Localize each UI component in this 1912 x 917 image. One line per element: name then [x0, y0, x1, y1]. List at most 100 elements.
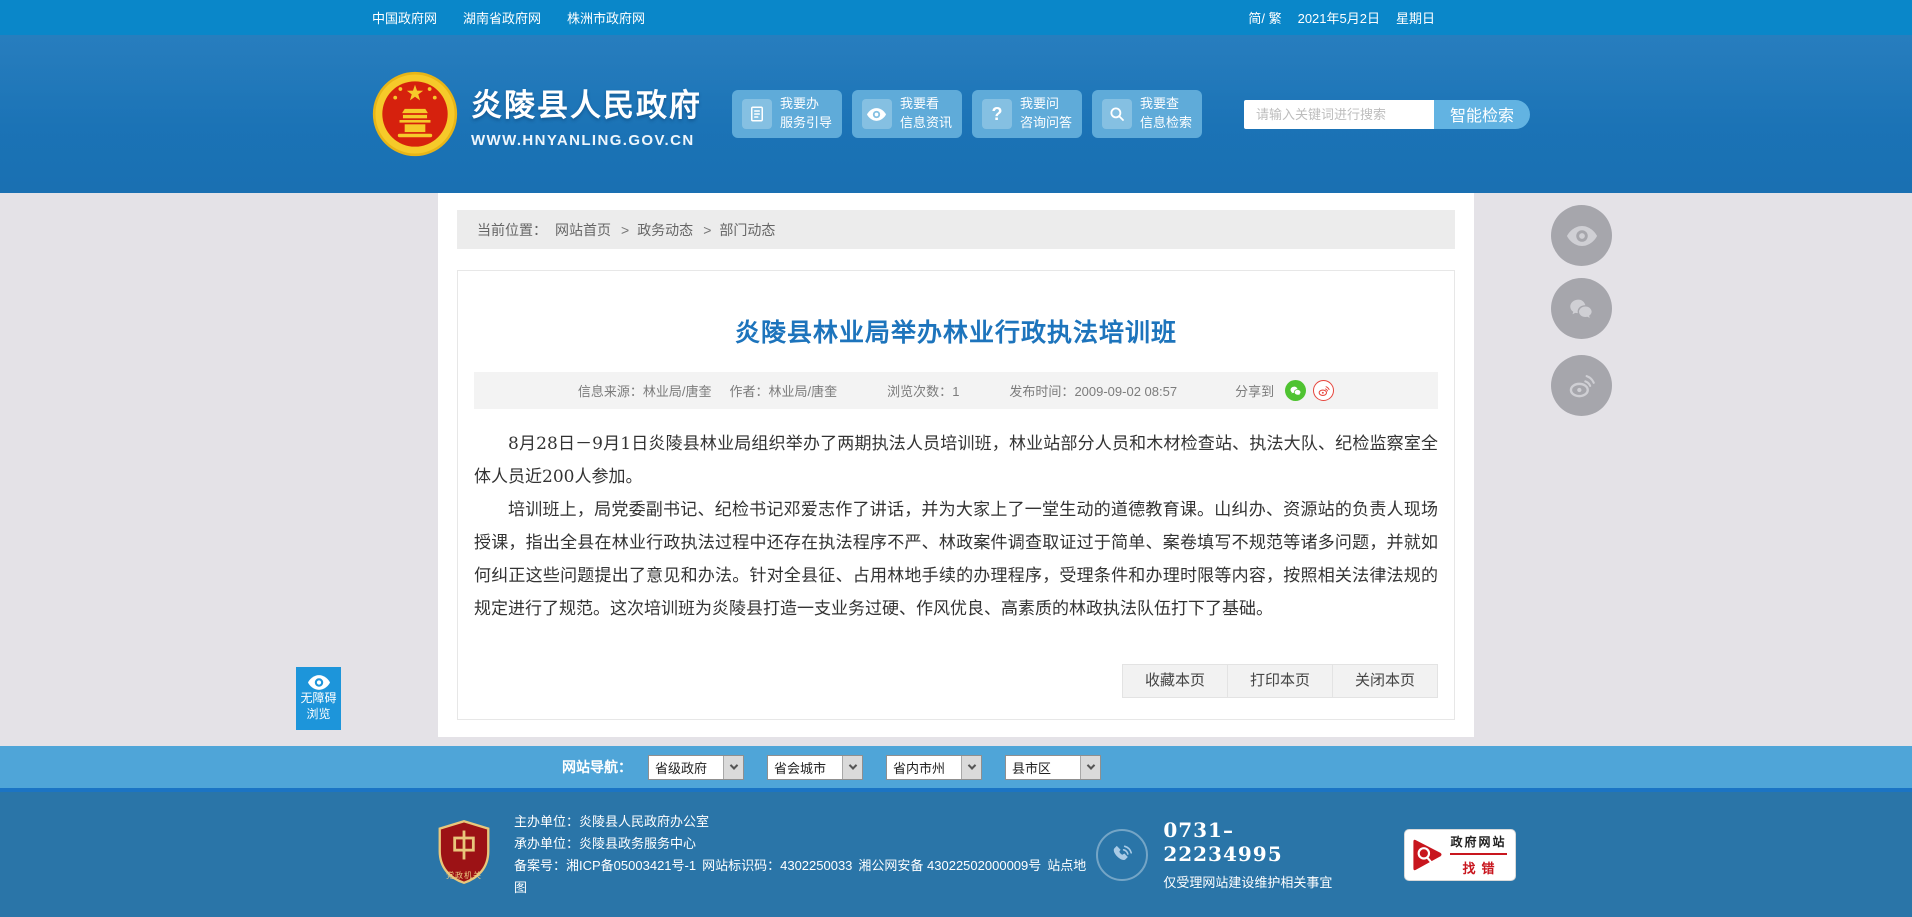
- host-label: 主办单位：: [514, 813, 580, 829]
- topbar-links: 中国政府网 湖南省政府网 株洲市政府网: [372, 8, 645, 27]
- eye-icon: [861, 99, 892, 129]
- link-china-gov[interactable]: 中国政府网: [372, 8, 437, 27]
- quick-button-cha[interactable]: 我要查 信息检索: [1092, 90, 1202, 138]
- magnifier-icon: [1101, 99, 1132, 129]
- phone-icon: [1096, 828, 1149, 881]
- footer: 党政机关 主办单位：炎陵县人民政府办公室 承办单位：炎陵县政务服务中心 备案号：…: [0, 792, 1912, 917]
- meta-author: 作者：林业局/唐奎: [730, 381, 838, 400]
- phone-note: 仅受理网站建设维护相关事宜: [1163, 875, 1333, 890]
- select-value: 省会城市: [774, 760, 827, 776]
- article-body: 8月28日－9月1日炎陵县林业局组织举办了两期执法人员培训班，林业站部分人员和木…: [458, 428, 1454, 626]
- party-gov-shield-badge: 党政机关: [436, 819, 492, 890]
- quick-label-line1: 我要问: [1019, 96, 1059, 112]
- eye-float-button[interactable]: [1551, 205, 1612, 266]
- site-header: 炎陵县人民政府 WWW.HNYANLING.GOV.CN 我要办 服务引导 我要…: [0, 35, 1912, 193]
- select-value: 省级政府: [655, 760, 708, 776]
- quick-button-label: 我要办 服务引导: [780, 95, 832, 133]
- meta-views-label: 浏览次数：: [887, 384, 953, 399]
- smart-search-button[interactable]: 智能检索: [1434, 99, 1530, 129]
- select-value: 省内市州: [893, 760, 946, 776]
- link-zhuzhou-gov[interactable]: 株洲市政府网: [567, 8, 645, 27]
- footer-record-line: 备案号：湘ICP备05003421号-1 网站标识码：4302250033 湘公网安…: [514, 855, 1096, 899]
- article-meta-bar: 信息来源：林业局/唐奎 作者：林业局/唐奎 浏览次数：1 发布时间：2009-0…: [474, 372, 1438, 409]
- nav-select-provincial-gov[interactable]: 省级政府: [648, 754, 744, 780]
- content-box: 当前位置： 网站首页 > 政务动态 > 部门动态 炎陵县林业局举办林业行政执法培…: [438, 193, 1474, 737]
- gov-site-error-report-badge[interactable]: 政府网站 找错: [1404, 828, 1516, 881]
- quick-label-line1: 我要看: [899, 96, 939, 112]
- meta-publish-time: 发布时间：2009-09-02 08:57: [1009, 381, 1177, 400]
- header-inner: 炎陵县人民政府 WWW.HNYANLING.GOV.CN 我要办 服务引导 我要…: [372, 35, 1540, 193]
- brand-text: 炎陵县人民政府 WWW.HNYANLING.GOV.CN: [471, 80, 702, 149]
- breadcrumb: 当前位置： 网站首页 > 政务动态 > 部门动态: [457, 210, 1455, 249]
- wechat-icon: [1569, 299, 1592, 318]
- quick-button-kan[interactable]: 我要看 信息资讯: [852, 90, 962, 138]
- favorite-page-button[interactable]: 收藏本页: [1121, 664, 1228, 698]
- site-id-label: 网站标识码：: [702, 857, 781, 873]
- site-name: 炎陵县人民政府: [471, 87, 702, 124]
- current-weekday: 星期日: [1395, 11, 1435, 26]
- host-value: 炎陵县人民政府办公室: [579, 813, 710, 829]
- eye-icon: [1566, 225, 1597, 246]
- link-hunan-gov[interactable]: 湖南省政府网: [463, 8, 541, 27]
- close-page-button[interactable]: 关闭本页: [1332, 664, 1438, 698]
- accessibility-label-line1: 无障碍: [300, 691, 337, 705]
- meta-author-value: 林业局/唐奎: [768, 384, 838, 399]
- search-input[interactable]: [1244, 99, 1434, 129]
- quick-label-line2: 咨询问答: [1019, 115, 1072, 130]
- nav-select-counties[interactable]: 县市区: [1005, 754, 1101, 780]
- quick-button-label: 我要问 咨询问答: [1020, 95, 1072, 133]
- wechat-share-icon[interactable]: [1285, 380, 1307, 401]
- chevron-down-icon: [723, 755, 743, 779]
- accessibility-label-line2: 浏览: [306, 707, 331, 721]
- record-label: 备案号：: [514, 857, 567, 873]
- breadcrumb-separator: >: [621, 221, 630, 238]
- breadcrumb-separator: >: [703, 221, 712, 238]
- weibo-icon: [1569, 374, 1595, 397]
- page: 中国政府网 湖南省政府网 株洲市政府网 简/ 繁 2021年5月2日 星期日 炎…: [0, 0, 1912, 917]
- question-glyph: ?: [991, 103, 1003, 124]
- meta-views-value: 1: [952, 384, 960, 399]
- quick-button-banshi[interactable]: 我要办 服务引导: [732, 90, 842, 138]
- share-group: 分享到: [1235, 380, 1335, 401]
- shield-label: 党政机关: [446, 871, 482, 880]
- error-badge-line1: 政府网站: [1450, 833, 1507, 855]
- meta-source: 信息来源：林业局/唐奎: [578, 381, 712, 400]
- topbar: 中国政府网 湖南省政府网 株洲市政府网 简/ 繁 2021年5月2日 星期日: [0, 0, 1912, 35]
- document-icon: [741, 99, 772, 129]
- phone-text: 0731–22234995 仅受理网站建设维护相关事宜: [1163, 818, 1352, 891]
- quick-label-line2: 服务引导: [779, 115, 832, 130]
- breadcrumb-bumen[interactable]: 部门动态: [719, 220, 775, 240]
- article-paragraph: 培训班上，局党委副书记、纪检书记邓爱志作了讲话，并为大家上了一堂生动的道德教育课…: [474, 500, 1438, 619]
- search-box: 智能检索: [1244, 99, 1530, 129]
- article-panel: 炎陵县林业局举办林业行政执法培训班 信息来源：林业局/唐奎 作者：林业局/唐奎 …: [457, 270, 1455, 720]
- breadcrumb-home[interactable]: 网站首页: [555, 220, 611, 240]
- footer-undertake-line: 承办单位：炎陵县政务服务中心: [514, 833, 1096, 855]
- breadcrumb-zhengwu[interactable]: 政务动态: [637, 220, 693, 240]
- undertake-label: 承办单位：: [514, 835, 580, 851]
- eye-icon: [307, 675, 330, 690]
- nav-label: 网站导航：: [562, 759, 632, 775]
- topbar-right: 简/ 繁 2021年5月2日 星期日: [1248, 8, 1540, 27]
- site-url: WWW.HNYANLING.GOV.CN: [471, 131, 695, 149]
- meta-time-value: 2009-09-02 08:57: [1074, 384, 1178, 399]
- quick-button-wen[interactable]: ? 我要问 咨询问答: [972, 90, 1082, 138]
- article-actions: 收藏本页 打印本页 关闭本页: [474, 664, 1438, 698]
- lang-toggle[interactable]: 简/ 繁: [1248, 8, 1281, 27]
- quick-label-line2: 信息资讯: [899, 115, 952, 130]
- meta-time-label: 发布时间：: [1009, 384, 1075, 399]
- nav-select-capital-cities[interactable]: 省会城市: [767, 754, 863, 780]
- quick-button-label: 我要查 信息检索: [1140, 95, 1192, 133]
- weibo-share-icon[interactable]: [1313, 380, 1335, 401]
- accessibility-browse-button[interactable]: 无障碍 浏览: [296, 667, 341, 730]
- nav-inner: 网站导航： 省级政府 省会城市 省内市州 县市区: [372, 754, 1540, 780]
- undertake-value: 炎陵县政务服务中心: [579, 835, 697, 851]
- quick-label-line1: 我要办: [779, 96, 819, 112]
- article-title: 炎陵县林业局举办林业行政执法培训班: [734, 319, 1177, 347]
- weibo-float-button[interactable]: [1551, 355, 1612, 416]
- chevron-down-icon: [1080, 755, 1100, 779]
- wechat-float-button[interactable]: [1551, 278, 1612, 339]
- print-page-button[interactable]: 打印本页: [1227, 664, 1333, 698]
- security-record: 湘公网安备 43022502000009号: [858, 857, 1042, 873]
- nav-select-province-cities[interactable]: 省内市州: [886, 754, 982, 780]
- site-brand[interactable]: 炎陵县人民政府 WWW.HNYANLING.GOV.CN: [372, 71, 702, 157]
